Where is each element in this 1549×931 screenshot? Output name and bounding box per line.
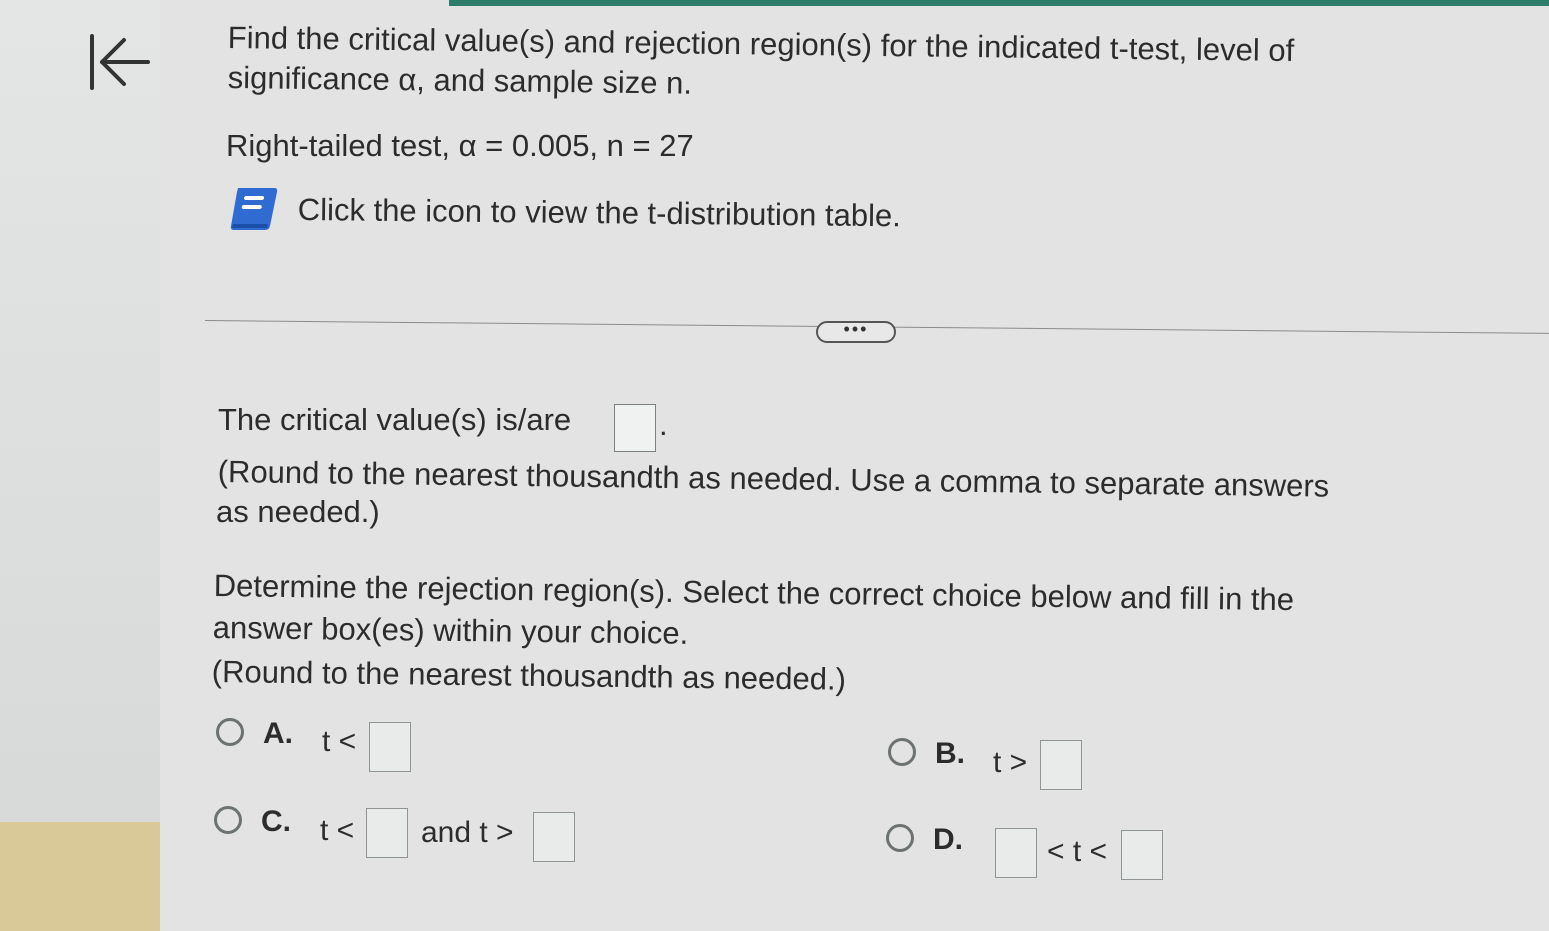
given-parameters: Right-tailed test, α = 0.005, n = 27 [226, 128, 694, 163]
choice-a-expression: t < [322, 725, 357, 758]
choice-d-expression: < t < [1047, 835, 1108, 868]
choice-a-input[interactable] [369, 722, 411, 772]
choice-c-letter: C. [261, 805, 291, 838]
choice-d-input-right[interactable] [1121, 830, 1163, 880]
choice-c-expression-left: t < [320, 814, 355, 847]
choice-a-radio[interactable] [216, 718, 244, 746]
back-to-start-icon[interactable] [88, 30, 152, 94]
choice-c-radio[interactable] [214, 806, 242, 834]
choice-d-input-left[interactable] [995, 828, 1037, 878]
choice-c-expression-middle: and t > [421, 816, 514, 849]
more-button[interactable]: ••• [816, 320, 896, 343]
critical-value-input[interactable] [614, 404, 656, 452]
choice-b-letter: B. [935, 737, 965, 770]
critical-value-hint-line2: as needed.) [216, 494, 380, 529]
choice-a-letter: A. [263, 717, 293, 750]
question-prompt-line2: significance α, and sample size n. [227, 59, 693, 101]
critical-value-period: . [659, 407, 668, 442]
rejection-prompt-line2: answer box(es) within your choice. [212, 609, 689, 651]
left-rail-footer [0, 822, 160, 931]
choice-b-radio[interactable] [888, 738, 916, 766]
choice-d-letter: D. [933, 823, 963, 856]
critical-value-prompt: The critical value(s) is/are [218, 402, 572, 437]
left-rail [0, 0, 160, 931]
accent-bar [449, 0, 1549, 6]
table-hint: Click the icon to view the t-distributio… [297, 191, 902, 234]
rejection-prompt-line3: (Round to the nearest thousandth as need… [211, 653, 847, 697]
choice-c-input-right[interactable] [533, 812, 575, 862]
choice-d-radio[interactable] [886, 824, 914, 852]
choice-c-input-left[interactable] [366, 808, 408, 858]
book-icon[interactable] [228, 184, 280, 234]
choice-b-expression: t > [993, 746, 1028, 779]
choice-b-input[interactable] [1040, 740, 1082, 790]
